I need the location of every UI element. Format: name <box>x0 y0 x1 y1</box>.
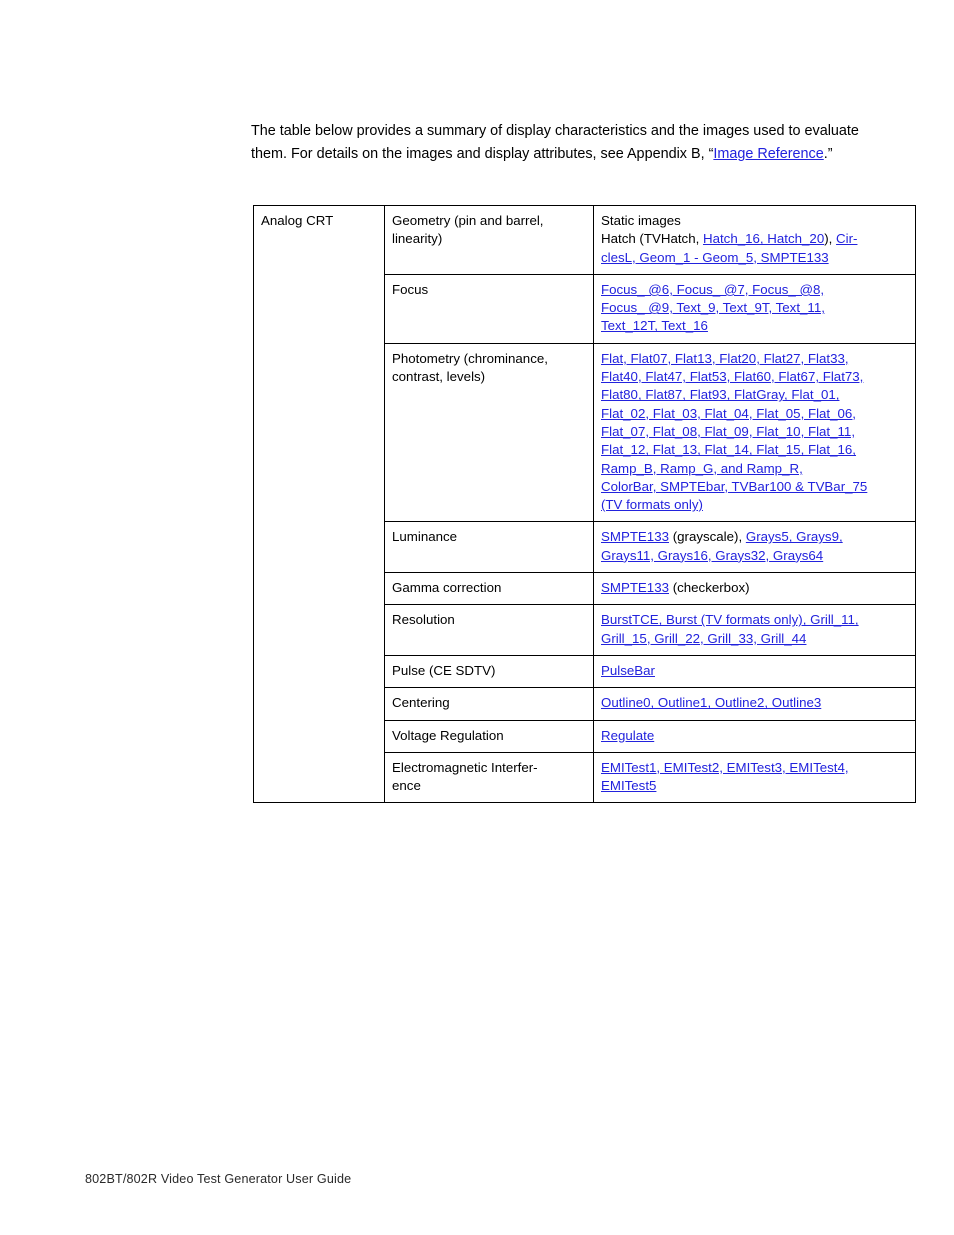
cell-images: Static images Hatch (TVHatch, Hatch_16, … <box>593 205 916 275</box>
image-name-link[interactable]: SMPTE133 <box>601 529 669 544</box>
cell-images: SMPTE133 (grayscale), Grays5, Grays9, Gr… <box>593 521 916 574</box>
cell-attribute: Gamma correction <box>384 572 594 606</box>
cell-images: Focus_ @6, Focus_ @7, Focus_ @8, Focus_ … <box>593 273 916 344</box>
image-note-text: (grayscale), <box>669 529 746 545</box>
image-name-link[interactable]: Regulate <box>601 728 654 743</box>
table-row: Analog CRT Geometry (pin and barrel, line… <box>253 204 916 804</box>
table-body: Analog CRT Geometry (pin and barrel, line… <box>253 204 916 804</box>
cell-attribute: Focus <box>384 273 594 344</box>
cell-attribute: Centering <box>384 687 594 721</box>
image-name-link[interactable]: SMPTE133 <box>601 580 669 595</box>
image-note-text: Static images Hatch (TVHatch, <box>601 213 700 247</box>
image-name-link[interactable]: EMITest1, EMITest2, EMITest3, EMITest4, … <box>601 760 849 793</box>
cell-images: Flat, Flat07, Flat13, Flat20, Flat27, Fl… <box>593 342 916 523</box>
image-name-link[interactable]: PulseBar <box>601 663 655 678</box>
document-page: The table below provides a summary of di… <box>0 0 954 1235</box>
cell-attribute: Geometry (pin and barrel, linearity) <box>384 205 594 275</box>
intro-text-after-link: .” <box>823 145 833 162</box>
cell-images: Outline0, Outline1, Outline2, Outline3 <box>593 687 916 721</box>
cell-images: EMITest1, EMITest2, EMITest3, EMITest4, … <box>593 751 916 804</box>
cell-attribute: Electromagnetic Interfer- ence <box>384 751 594 804</box>
image-note-text: (checkerbox) <box>669 580 750 596</box>
cell-images: PulseBar <box>593 654 916 689</box>
display-characteristics-table: Analog CRT Geometry (pin and barrel, line… <box>253 204 916 804</box>
image-name-link[interactable]: Hatch_16, Hatch_20 <box>703 231 824 246</box>
cell-attribute: Luminance <box>384 521 594 574</box>
cell-attribute: Photometry (chrominance, contrast, level… <box>384 342 594 523</box>
cell-category: Analog CRT <box>253 204 385 804</box>
cell-images: Regulate <box>593 719 916 753</box>
cell-attribute: Voltage Regulation <box>384 719 594 753</box>
image-name-link[interactable]: Focus_ @6, Focus_ @7, Focus_ @8, Focus_ … <box>601 282 825 334</box>
page-footer: 802BT/802R Video Test Generator User Gui… <box>85 1172 352 1186</box>
cell-images: BurstTCE, Burst (TV formats only), Grill… <box>593 604 916 656</box>
display-characteristics-table-wrapper: Analog CRT Geometry (pin and barrel, line… <box>253 204 916 804</box>
cell-images: SMPTE133 (checkerbox) <box>593 572 916 606</box>
image-name-link[interactable]: Outline0, Outline1, Outline2, Outline3 <box>601 695 821 710</box>
image-note-text: ), <box>824 231 837 247</box>
intro-paragraph: The table below provides a summary of di… <box>251 120 871 165</box>
cell-attribute: Pulse (CE SDTV) <box>384 654 594 689</box>
image-name-link[interactable]: BurstTCE, Burst (TV formats only), Grill… <box>601 612 859 645</box>
cell-attribute: Resolution <box>384 604 594 656</box>
image-name-link[interactable]: Flat, Flat07, Flat13, Flat20, Flat27, Fl… <box>601 351 867 512</box>
image-reference-link[interactable]: Image Reference <box>713 146 823 162</box>
